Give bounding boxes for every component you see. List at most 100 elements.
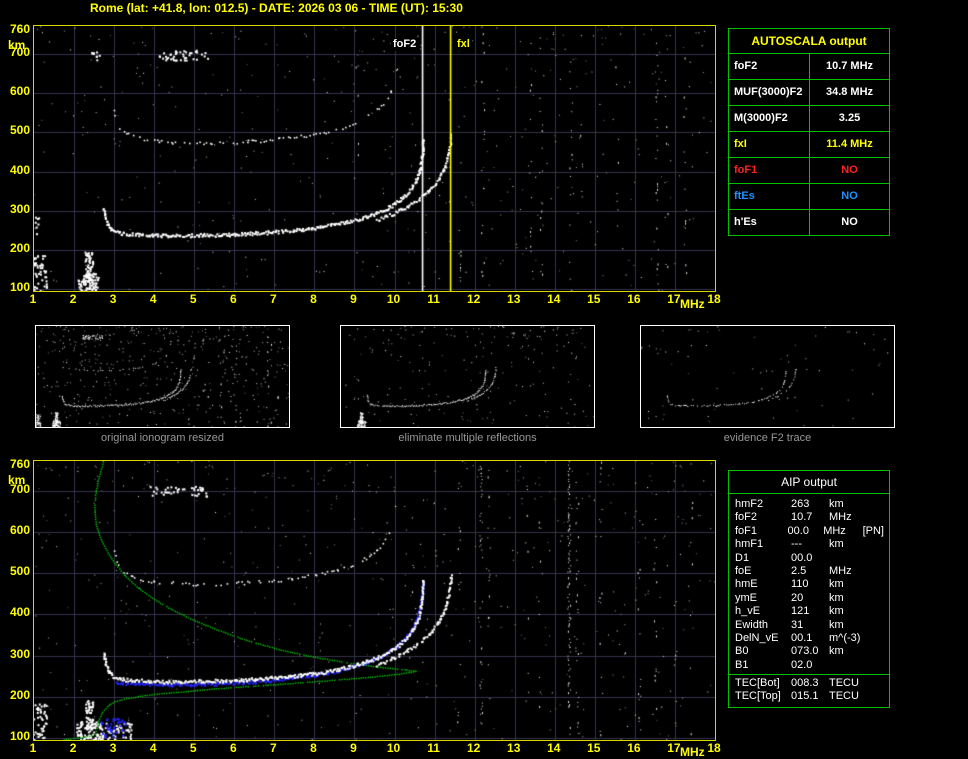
autoscala-param-value: NO <box>841 164 858 176</box>
aip-param-name: TEC[Bot] <box>735 677 780 690</box>
x-tick-1-main: 1 <box>29 292 37 306</box>
main-ionogram-plot: foF2 fxl <box>33 25 716 292</box>
aip-rows: hmF2 263 km foF2 10.7 MHz foF1 00.0 MHz [PN] hmF1 -… <box>729 494 889 707</box>
aip-param-name: foF2 <box>735 511 758 524</box>
autoscala-row-foF1: foF1 NO <box>729 158 889 184</box>
aip-row-hmF1: hmF1 --- km <box>735 538 884 551</box>
autoscala-row-fxI: fxI 11.4 MHz <box>729 132 889 158</box>
y-tick-100-profile: 100 <box>9 728 30 743</box>
thumbnail-caption-eliminate: eliminate multiple reflections <box>398 432 537 444</box>
aip-param-value: 00.1 <box>791 631 813 644</box>
y-tick-760-profile: 760 <box>9 456 30 471</box>
aip-param-unit <box>829 659 871 672</box>
x-tick-14-main: 14 <box>547 292 561 306</box>
autoscala-param-label: foF1 <box>729 158 810 183</box>
aip-param-name: DelN_vE <box>735 631 779 644</box>
x-tick-18-main: 18 <box>707 292 721 306</box>
x-tick-5-profile: 5 <box>189 741 197 755</box>
aip-param-unit: km <box>829 645 844 658</box>
x-tick-3-main: 3 <box>109 292 117 306</box>
aip-param-unit: km <box>829 538 844 551</box>
x-tick-8-main: 8 <box>310 292 317 306</box>
aip-param-unit: km <box>829 591 844 604</box>
aip-param-name: h_vE <box>735 605 761 618</box>
aip-param-name: TEC[Top] <box>735 690 781 703</box>
aip-param-value: 015.1 <box>791 690 819 703</box>
x-tick-15-main: 15 <box>587 292 601 306</box>
x-tick-2-main: 2 <box>69 292 77 306</box>
profile-ionogram-plot <box>33 460 716 741</box>
x-tick-10-profile: 10 <box>386 741 401 755</box>
x-tick-12-main: 12 <box>466 292 481 306</box>
aip-param-unit: km <box>829 618 844 631</box>
thumbnail-original-ionogram <box>35 325 290 428</box>
aip-param-unit: TECU <box>829 677 859 690</box>
aip-row-hmE: hmE 110 km <box>735 578 884 591</box>
autoscala-param-label: ftEs <box>729 184 810 209</box>
aip-param-name: B1 <box>735 658 749 671</box>
aip-param-value: 31 <box>791 618 804 631</box>
aip-separator <box>729 674 889 676</box>
aip-param-name: hmF2 <box>735 498 764 510</box>
autoscala-param-label: fxI <box>729 132 810 157</box>
y-tick-760-main: 760 <box>9 21 30 36</box>
aip-param-value: 073.0 <box>791 645 819 658</box>
aip-row-B0: B0 073.0 km <box>735 645 884 658</box>
x-tick-9-profile: 9 <box>350 741 357 755</box>
aip-row-Ewidth: Ewidth 31 km <box>735 619 884 632</box>
x-tick-14-profile: 14 <box>547 741 561 755</box>
aip-param-value: 20 <box>791 591 804 604</box>
aip-param-value: 10.7 <box>791 511 813 524</box>
x-tick-1-profile: 1 <box>29 741 37 755</box>
aip-param-value: 263 <box>791 498 810 510</box>
x-tick-16-profile: 16 <box>627 741 641 755</box>
y-tick-600-profile: 600 <box>9 522 30 537</box>
autoscala-row-M(3000)F2: M(3000)F2 3.25 <box>729 106 889 132</box>
fof2-marker-label: foF2 <box>391 38 419 51</box>
aip-row-ymE: ymE 20 km <box>735 592 884 605</box>
aip-param-unit: km <box>829 498 844 510</box>
aip-table-title: AIP output <box>729 471 889 494</box>
x-tick-7-profile: 7 <box>270 741 277 755</box>
aip-param-unit: km <box>829 605 844 618</box>
autoscala-param-label: foF2 <box>729 54 810 79</box>
aip-param-note: [PN] <box>862 524 884 537</box>
x-tick-4-main: 4 <box>149 292 157 306</box>
y-tick-500-main: 500 <box>9 123 30 138</box>
autoscala-output-table: AUTOSCALA output foF2 10.7 MHz MUF(3000)F2… <box>728 28 890 236</box>
y-tick-300-profile: 300 <box>9 646 30 661</box>
x-tick-4-profile: 4 <box>149 741 157 755</box>
x-tick-11-profile: 11 <box>427 741 440 755</box>
aip-param-name: hmF1 <box>735 538 764 551</box>
y-tick-500-profile: 500 <box>9 564 30 579</box>
y-tick-400-main: 400 <box>9 162 30 177</box>
aip-param-name: B0 <box>735 645 749 658</box>
autoscala-param-label: h'Es <box>729 210 810 235</box>
x-tick-2-profile: 2 <box>69 741 77 755</box>
autoscala-param-value: 11.4 MHz <box>826 138 873 150</box>
aip-param-name: ymE <box>735 591 757 604</box>
aip-param-unit: m^(-3) <box>829 631 861 644</box>
aip-param-value: 110 <box>791 578 809 591</box>
aip-param-value: 2.5 <box>791 564 807 577</box>
autoscala-param-value: 34.8 MHz <box>825 86 874 98</box>
x-tick-10-main: 10 <box>386 292 401 306</box>
y-tick-400-profile: 400 <box>9 605 30 620</box>
autoscala-param-label: M(3000)F2 <box>729 106 810 131</box>
y-tick-200-profile: 200 <box>9 687 30 702</box>
profile-ionogram-canvas <box>34 461 715 740</box>
x-tick-7-main: 7 <box>270 292 277 306</box>
aip-row-TEC[Bot]: TEC[Bot] 008.3 TECU <box>735 677 884 690</box>
aip-param-value: 02.0 <box>791 658 813 671</box>
aip-param-name: D1 <box>735 551 750 564</box>
y-tick-700-main: 700 <box>9 45 30 60</box>
aip-param-value: 00.0 <box>787 524 809 537</box>
x-tick-17-main: 17 <box>667 292 681 306</box>
x-tick-8-profile: 8 <box>310 741 317 755</box>
thumbnail-caption-evidence: evidence F2 trace <box>723 432 812 444</box>
aip-param-unit: TECU <box>829 690 859 703</box>
autoscala-row-foF2: foF2 10.7 MHz <box>729 54 889 80</box>
aip-row-h_vE: h_vE 121 km <box>735 605 884 618</box>
thumbnail-original-canvas <box>36 326 289 427</box>
thumbnail-evidence-f2 <box>640 325 895 428</box>
